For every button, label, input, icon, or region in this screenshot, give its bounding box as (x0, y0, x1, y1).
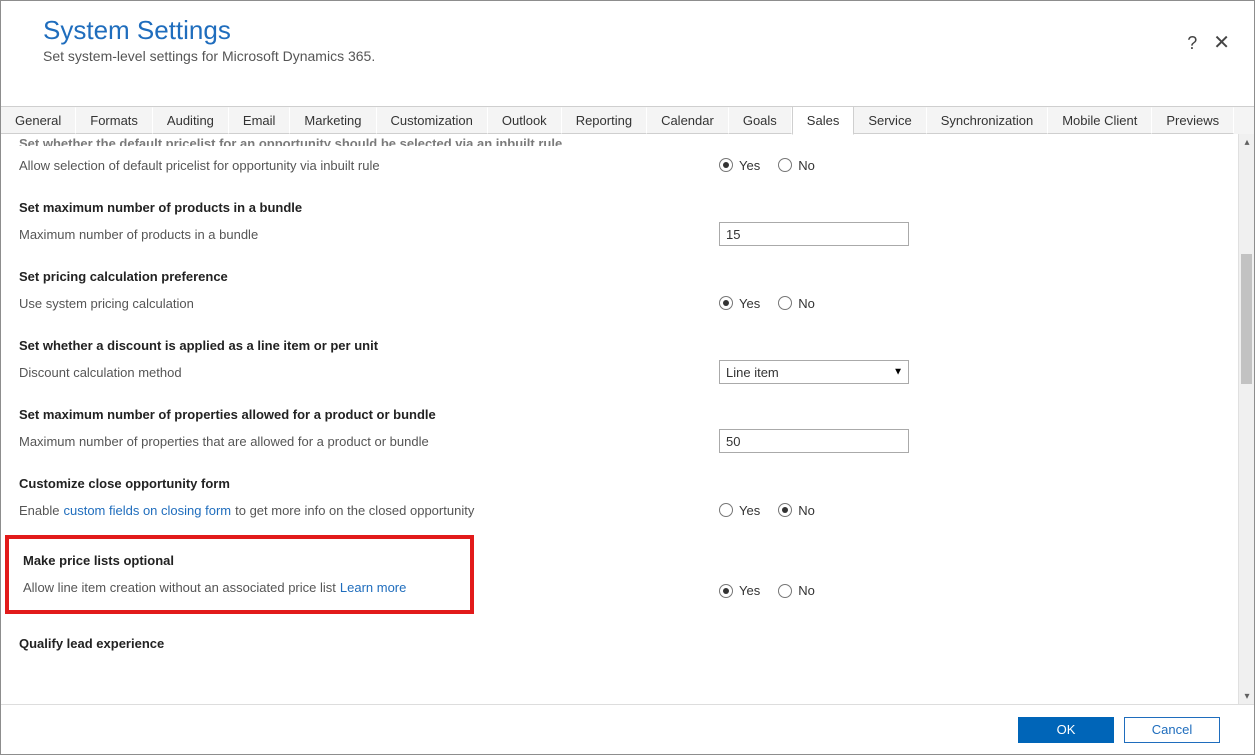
cancel-button[interactable]: Cancel (1124, 717, 1220, 743)
default-pricelist-yes[interactable]: Yes (719, 158, 760, 173)
tab-sales[interactable]: Sales (792, 106, 855, 135)
max-bundle-label: Maximum number of products in a bundle (19, 227, 719, 242)
content-area: Set whether the default pricelist for an… (1, 134, 1254, 704)
default-pricelist-label: Allow selection of default pricelist for… (19, 158, 719, 173)
custom-fields-link[interactable]: custom fields on closing form (63, 503, 231, 518)
max-props-label: Maximum number of properties that are al… (19, 434, 719, 449)
scroll-down-arrow-icon[interactable]: ▾ (1239, 688, 1254, 704)
pricelists-optional-no[interactable]: No (778, 583, 815, 598)
pricing-pref-yes[interactable]: Yes (719, 296, 760, 311)
section-pricelists-optional-highlight: Make price lists optional Allow line ite… (5, 535, 474, 614)
discount-label: Discount calculation method (19, 365, 719, 380)
tab-general[interactable]: General (1, 107, 76, 134)
tab-service[interactable]: Service (854, 107, 926, 134)
dialog-footer: OK Cancel (1, 704, 1254, 754)
tab-formats[interactable]: Formats (76, 107, 153, 134)
close-opp-label: Enable custom fields on closing form to … (19, 503, 719, 518)
tab-outlook[interactable]: Outlook (488, 107, 562, 134)
tabs-bar: General Formats Auditing Email Marketing… (1, 106, 1254, 134)
dialog-header: System Settings Set system-level setting… (1, 1, 1254, 80)
dialog-subtitle: Set system-level settings for Microsoft … (43, 48, 1234, 64)
section-pricelists-optional-heading: Make price lists optional (23, 553, 470, 568)
tab-auditing[interactable]: Auditing (153, 107, 229, 134)
tab-email[interactable]: Email (229, 107, 291, 134)
section-default-pricelist-heading: Set whether the default pricelist for an… (19, 134, 1238, 146)
tab-goals[interactable]: Goals (729, 107, 792, 134)
section-discount-heading: Set whether a discount is applied as a l… (19, 338, 1238, 353)
max-bundle-input[interactable] (719, 222, 909, 246)
discount-method-select[interactable]: Line item (719, 360, 909, 384)
section-close-opp-heading: Customize close opportunity form (19, 476, 1238, 491)
section-max-bundle-heading: Set maximum number of products in a bund… (19, 200, 1238, 215)
scroll-up-arrow-icon[interactable]: ▴ (1239, 134, 1254, 150)
pricing-pref-label: Use system pricing calculation (19, 296, 719, 311)
help-icon[interactable]: ? (1187, 34, 1197, 52)
scroll-thumb[interactable] (1241, 254, 1252, 384)
close-icon[interactable]: ✕ (1213, 33, 1230, 53)
pricing-pref-no[interactable]: No (778, 296, 815, 311)
pricelists-learn-more-link[interactable]: Learn more (340, 580, 406, 595)
tab-mobile-client[interactable]: Mobile Client (1048, 107, 1152, 134)
close-opp-yes[interactable]: Yes (719, 503, 760, 518)
close-opp-radio-group: Yes No (719, 503, 979, 518)
default-pricelist-no[interactable]: No (778, 158, 815, 173)
section-qualify-lead-heading: Qualify lead experience (19, 636, 1238, 651)
max-props-input[interactable] (719, 429, 909, 453)
pricelists-optional-radio-group: Yes No (719, 583, 815, 598)
tab-customization[interactable]: Customization (377, 107, 488, 134)
dialog-title: System Settings (43, 15, 1234, 46)
tab-marketing[interactable]: Marketing (290, 107, 376, 134)
tab-previews[interactable]: Previews (1152, 107, 1234, 134)
tab-reporting[interactable]: Reporting (562, 107, 647, 134)
pricelists-optional-yes[interactable]: Yes (719, 583, 760, 598)
tab-calendar[interactable]: Calendar (647, 107, 729, 134)
section-max-props-heading: Set maximum number of properties allowed… (19, 407, 1238, 422)
vertical-scrollbar[interactable]: ▴ ▾ (1238, 134, 1254, 704)
close-opp-no[interactable]: No (778, 503, 815, 518)
pricing-pref-radio-group: Yes No (719, 296, 979, 311)
ok-button[interactable]: OK (1018, 717, 1114, 743)
pricelists-optional-label: Allow line item creation without an asso… (23, 580, 723, 595)
section-pricing-pref-heading: Set pricing calculation preference (19, 269, 1238, 284)
default-pricelist-radio-group: Yes No (719, 158, 979, 173)
tab-synchronization[interactable]: Synchronization (927, 107, 1049, 134)
